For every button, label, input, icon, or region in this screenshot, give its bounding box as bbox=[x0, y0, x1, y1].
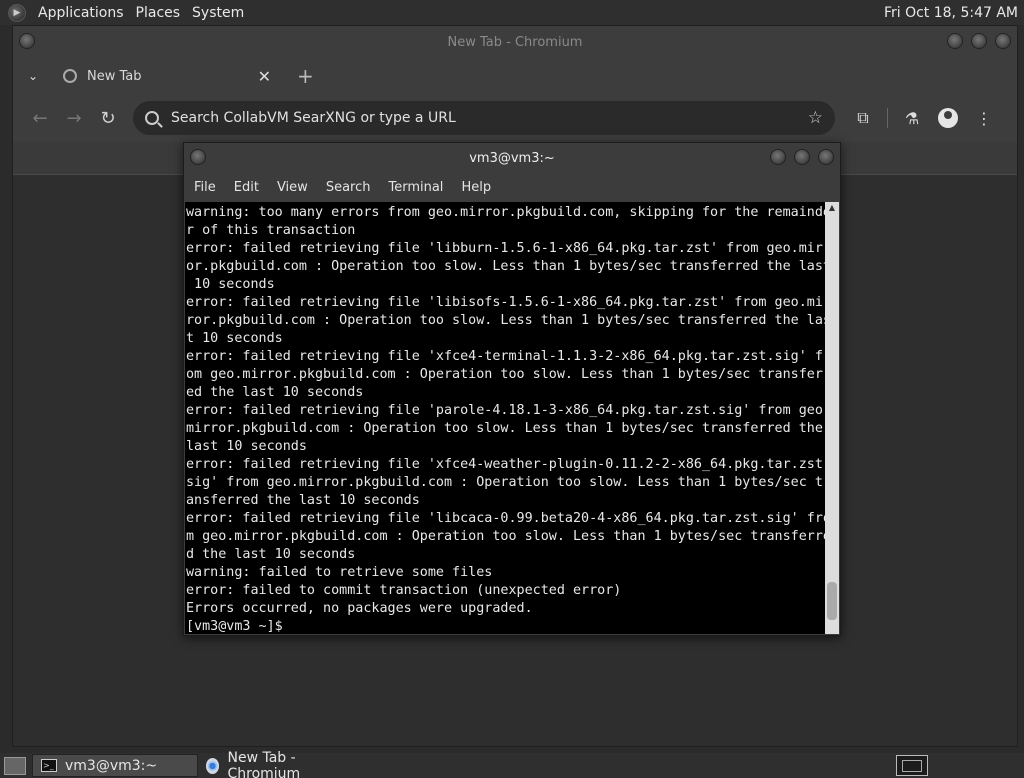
terminal-line: warning: failed to retrieve some files bbox=[186, 565, 493, 580]
terminal-line: d the last 10 seconds bbox=[186, 547, 356, 562]
tab-new-tab[interactable]: New Tab ✕ bbox=[53, 61, 281, 91]
terminal-output[interactable]: warning: too many errors from geo.mirror… bbox=[185, 202, 827, 634]
menu-help[interactable]: Help bbox=[461, 180, 491, 195]
tab-close-icon[interactable]: ✕ bbox=[258, 67, 271, 86]
terminal-line: r of this transaction bbox=[186, 223, 356, 238]
places-menu[interactable]: Places bbox=[130, 5, 187, 21]
menu-file[interactable]: File bbox=[194, 180, 216, 195]
tab-search-chevron-down-icon[interactable]: ⌄ bbox=[13, 69, 53, 83]
terminal-line: error: failed retrieving file 'libcaca-0… bbox=[186, 511, 827, 526]
menu-edit[interactable]: Edit bbox=[234, 180, 259, 195]
terminal-window-menu-button[interactable] bbox=[190, 149, 206, 165]
globe-icon bbox=[63, 69, 77, 83]
minimize-button[interactable] bbox=[947, 33, 963, 49]
terminal-line: error: failed retrieving file 'xfce4-ter… bbox=[186, 349, 827, 364]
terminal-menubar: File Edit View Search Terminal Help bbox=[184, 173, 840, 201]
chromium-titlebar[interactable]: New Tab - Chromium bbox=[13, 26, 1017, 58]
terminal-window-title: vm3@vm3:~ bbox=[469, 150, 555, 166]
terminal-line: Errors occurred, no packages were upgrad… bbox=[186, 601, 533, 616]
scroll-up-arrow-icon[interactable]: ▲ bbox=[825, 202, 839, 214]
workspace-1[interactable] bbox=[902, 759, 922, 772]
back-arrow-icon[interactable]: ← bbox=[23, 108, 57, 129]
clock[interactable]: Fri Oct 18, 5:47 AM bbox=[884, 5, 1024, 21]
terminal-line: 10 seconds bbox=[186, 277, 275, 292]
terminal-maximize-button[interactable] bbox=[794, 149, 810, 165]
system-menu[interactable]: System bbox=[186, 5, 250, 21]
terminal-line: ror.pkgbuild.com : Operation too slow. L… bbox=[186, 313, 827, 328]
terminal-minimize-button[interactable] bbox=[770, 149, 786, 165]
omnibox[interactable]: Search CollabVM SearXNG or type a URL ☆ bbox=[133, 101, 835, 135]
close-button[interactable] bbox=[995, 33, 1011, 49]
terminal-line: error: failed retrieving file 'xfce4-wea… bbox=[186, 457, 827, 472]
show-desktop-icon[interactable] bbox=[4, 756, 26, 775]
workspace-switcher[interactable] bbox=[896, 755, 928, 776]
terminal-close-button[interactable] bbox=[818, 149, 834, 165]
more-menu-icon[interactable]: ⋮ bbox=[966, 109, 1002, 128]
taskbar-item-chromium[interactable]: New Tab - Chromium bbox=[198, 750, 358, 778]
taskbar-item-terminal[interactable]: >_ vm3@vm3:~ bbox=[32, 754, 198, 777]
terminal-line: sig' from geo.mirror.pkgbuild.com : Oper… bbox=[186, 475, 827, 490]
bookmark-star-icon[interactable]: ☆ bbox=[808, 108, 823, 128]
applications-menu[interactable]: Applications bbox=[32, 5, 130, 21]
chromium-icon bbox=[206, 757, 220, 774]
terminal-prompt: [vm3@vm3 ~]$ bbox=[186, 619, 291, 634]
terminal-window: vm3@vm3:~ File Edit View Search Terminal… bbox=[183, 142, 841, 636]
chromium-window-title: New Tab - Chromium bbox=[447, 34, 583, 50]
top-panel: ▶ Applications Places System Fri Oct 18,… bbox=[0, 0, 1024, 25]
distro-logo-icon[interactable]: ▶ bbox=[8, 3, 26, 22]
window-menu-button[interactable] bbox=[19, 33, 35, 49]
terminal-line: or.pkgbuild.com : Operation too slow. Le… bbox=[186, 259, 827, 274]
menu-view[interactable]: View bbox=[277, 180, 308, 195]
extensions-puzzle-icon[interactable]: ⧉ bbox=[845, 108, 881, 128]
terminal-line: warning: too many errors from geo.mirror… bbox=[186, 205, 827, 220]
taskbar-item-label: New Tab - Chromium bbox=[227, 749, 301, 778]
terminal-line: ansferred the last 10 seconds bbox=[186, 493, 420, 508]
terminal-line: mirror.pkgbuild.com : Operation too slow… bbox=[186, 421, 823, 436]
tab-strip: ⌄ New Tab ✕ + bbox=[13, 58, 1017, 94]
search-icon bbox=[145, 111, 159, 125]
terminal-titlebar[interactable]: vm3@vm3:~ bbox=[184, 143, 840, 173]
profile-avatar-icon[interactable] bbox=[938, 108, 958, 128]
menu-terminal[interactable]: Terminal bbox=[388, 180, 443, 195]
terminal-line: last 10 seconds bbox=[186, 439, 307, 454]
tab-title: New Tab bbox=[87, 68, 142, 84]
scroll-thumb[interactable] bbox=[827, 582, 837, 620]
maximize-button[interactable] bbox=[971, 33, 987, 49]
terminal-line: om geo.mirror.pkgbuild.com : Operation t… bbox=[186, 367, 827, 382]
omnibox-placeholder[interactable]: Search CollabVM SearXNG or type a URL bbox=[171, 110, 456, 126]
terminal-icon: >_ bbox=[41, 759, 57, 772]
terminal-line: error: failed retrieving file 'libisofs-… bbox=[186, 295, 827, 310]
terminal-line: error: failed retrieving file 'parole-4.… bbox=[186, 403, 827, 418]
forward-arrow-icon[interactable]: → bbox=[57, 108, 91, 129]
terminal-line: ed the last 10 seconds bbox=[186, 385, 364, 400]
terminal-line: error: failed retrieving file 'libburn-1… bbox=[186, 241, 827, 256]
bottom-taskbar: >_ vm3@vm3:~ New Tab - Chromium bbox=[0, 750, 1024, 778]
toolbar-divider bbox=[887, 108, 888, 128]
new-tab-plus-icon[interactable]: + bbox=[297, 64, 314, 88]
terminal-scrollbar[interactable]: ▲ bbox=[825, 202, 839, 634]
reload-icon[interactable]: ↻ bbox=[91, 108, 125, 129]
labs-flask-icon[interactable]: ⚗ bbox=[894, 109, 930, 128]
taskbar-item-label: vm3@vm3:~ bbox=[65, 757, 158, 774]
menu-search[interactable]: Search bbox=[326, 180, 371, 195]
terminal-line: t 10 seconds bbox=[186, 331, 283, 346]
terminal-text: warning: too many errors from geo.mirror… bbox=[185, 202, 827, 634]
terminal-line: m geo.mirror.pkgbuild.com : Operation to… bbox=[186, 529, 827, 544]
terminal-line: error: failed to commit transaction (une… bbox=[186, 583, 622, 598]
browser-toolbar: ← → ↻ Search CollabVM SearXNG or type a … bbox=[13, 94, 1017, 142]
